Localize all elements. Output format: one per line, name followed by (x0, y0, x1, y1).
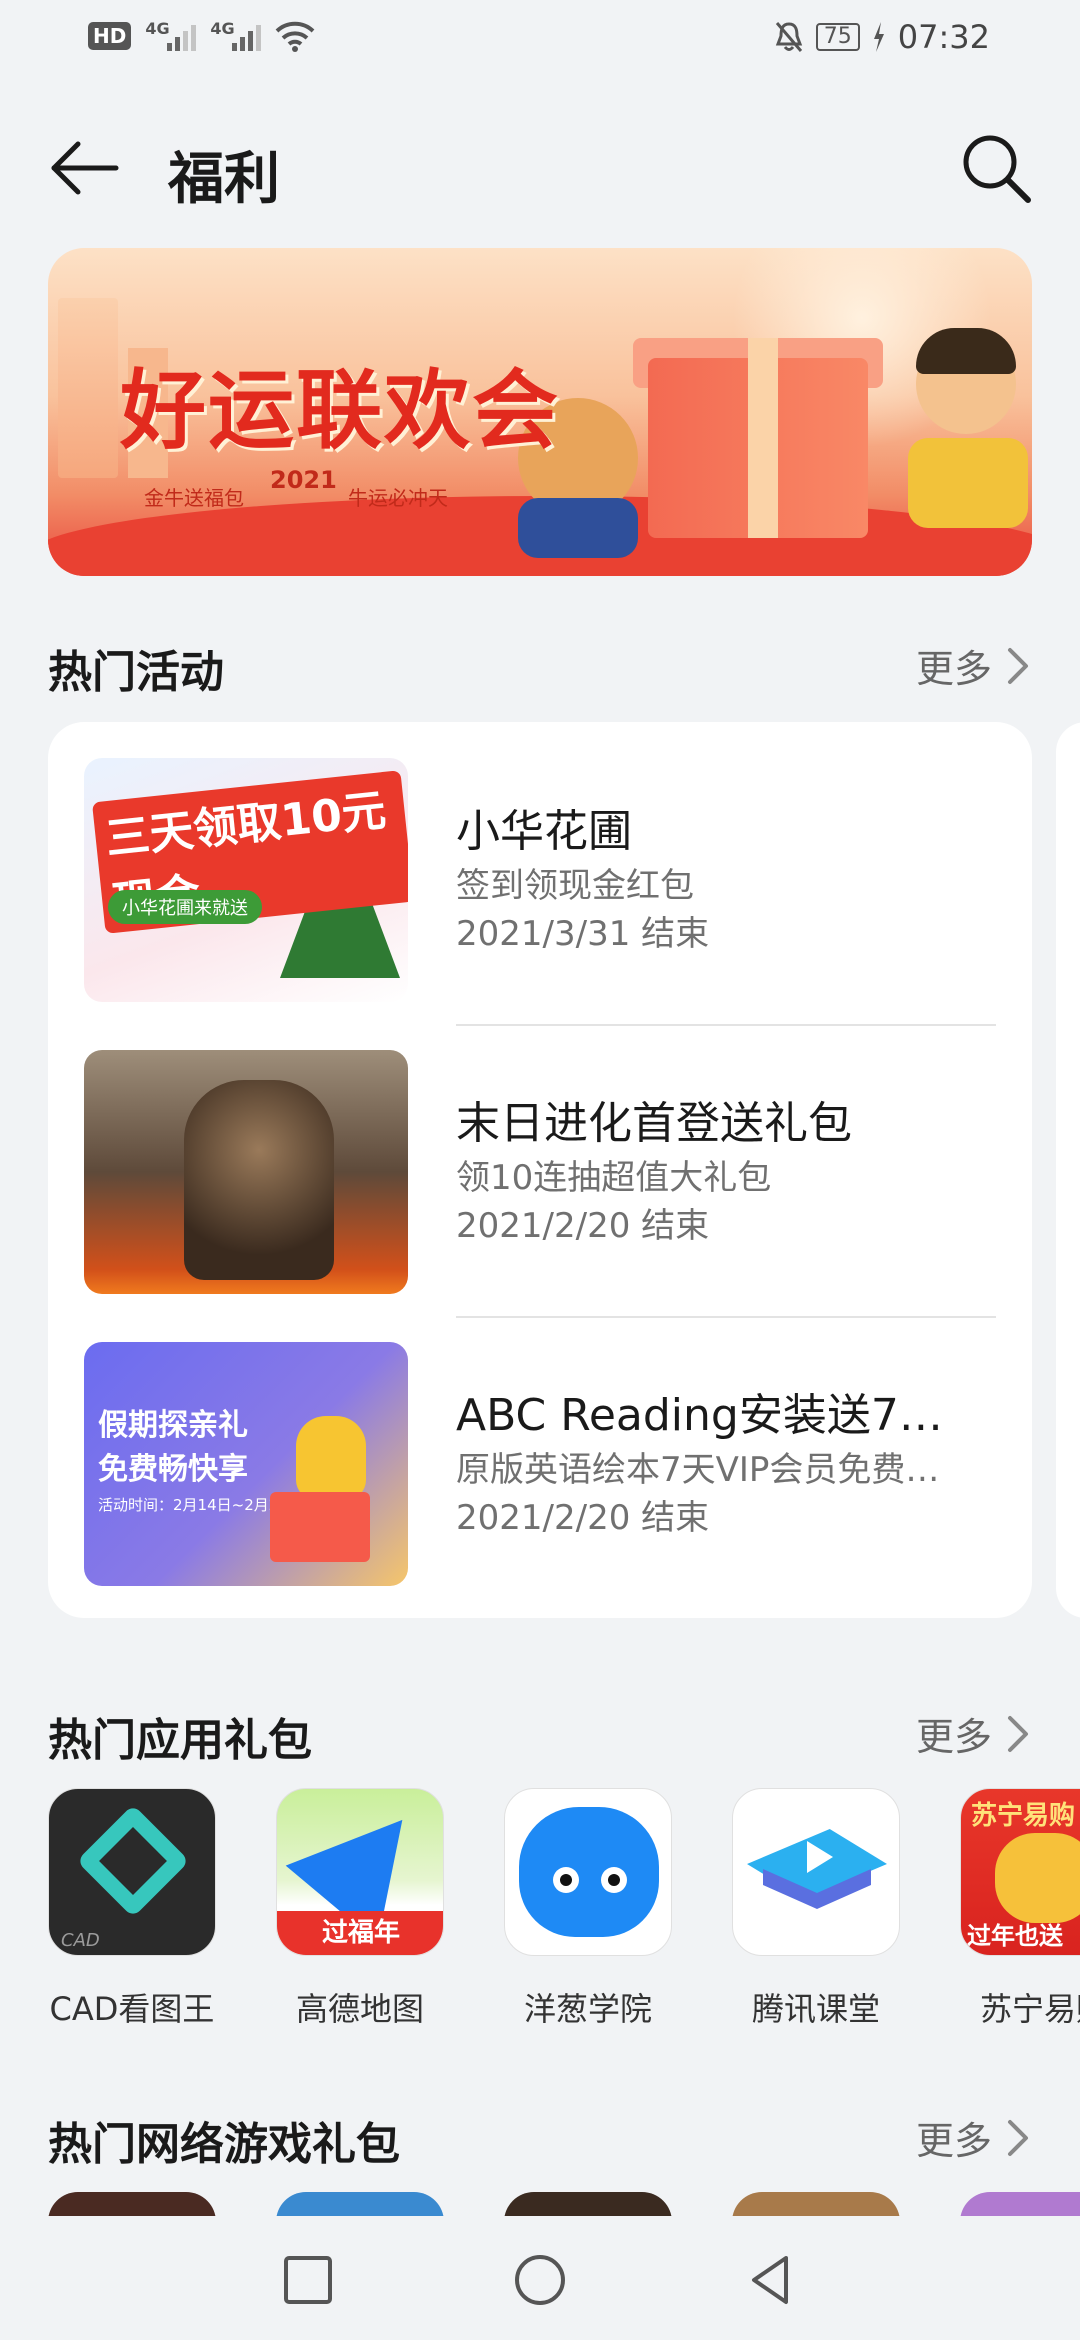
section-title: 热门应用礼包 (48, 1715, 312, 1766)
cad-app-icon: CAD (48, 1788, 216, 1956)
game-icon[interactable] (504, 2192, 672, 2216)
activity-title: 小华花圃 (456, 806, 632, 857)
app-bar: 福利 (0, 110, 1080, 220)
more-button[interactable]: 更多 (916, 2110, 1032, 2165)
home-icon[interactable] (508, 2248, 572, 2312)
activity-title: ABC Reading安装送7… (456, 1390, 943, 1441)
app-item[interactable]: 过福年 高德地图 (276, 1788, 476, 2028)
app-name: 高德地图 (295, 1990, 424, 2028)
section-hot-activities-header: 热门活动 更多 (48, 628, 1032, 698)
activity-thumbnail: 三天领取10元现金 小华花圃来就送 (84, 758, 408, 1002)
tencent-classroom-app-icon (732, 1788, 900, 1956)
promo-banner[interactable]: 好运联欢会 金牛送福包 2021 牛运必冲天 (48, 248, 1032, 576)
signal-icon-2: 4G (210, 19, 262, 51)
activity-thumbnail: 假期探亲礼 免费畅快享 活动时间：2月14日~2月20日 (84, 1342, 408, 1586)
section-title: 热门网络游戏礼包 (48, 2119, 400, 2170)
activity-date: 2021/2/20 结束 (456, 1498, 710, 1538)
section-title: 热门活动 (48, 647, 224, 698)
activity-date: 2021/2/20 结束 (456, 1206, 710, 1246)
activity-desc: 原版英语绘本7天VIP会员免费… (456, 1450, 940, 1490)
activity-card: 三天领取10元现金 小华花圃来就送 小华花圃 签到领现金红包 2021/3/31… (48, 722, 1032, 1618)
banner-title: 好运联欢会 (120, 361, 560, 461)
activity-item[interactable]: 末日进化首登送礼包 领10连抽超值大礼包 2021/2/20 结束 (84, 1050, 1044, 1294)
activity-desc: 签到领现金红包 (456, 866, 694, 906)
status-bar: HD 4G 4G 75 07:32 (0, 0, 1080, 80)
app-name: 腾讯课堂 (751, 1990, 880, 2028)
app-name: 苏宁易购 (979, 1990, 1080, 2028)
more-button[interactable]: 更多 (916, 638, 1032, 693)
chevron-right-icon (1008, 1715, 1028, 1752)
hd-indicator: HD (88, 22, 132, 50)
app-gift-row: CAD CAD看图王 过福年 高德地图 洋葱学院 腾讯课堂 苏宁易购 过年也送 (48, 1788, 1080, 2038)
signal-icon: 4G (145, 19, 197, 51)
game-gift-row (48, 2192, 1080, 2216)
banner-subtitle-right: 牛运必冲天 (348, 486, 448, 510)
arrow-left-icon[interactable] (44, 128, 124, 208)
clock: 07:32 (897, 18, 990, 56)
chevron-right-icon (1008, 2119, 1028, 2156)
game-icon[interactable] (732, 2192, 900, 2216)
status-left: HD 4G 4G (88, 19, 315, 52)
divider (456, 1024, 996, 1026)
status-right: 75 07:32 (774, 18, 990, 56)
more-button[interactable]: 更多 (916, 1706, 1032, 1761)
activity-item[interactable]: 三天领取10元现金 小华花圃来就送 小华花圃 签到领现金红包 2021/3/31… (84, 758, 1044, 1002)
app-name: CAD看图王 (49, 1990, 215, 2028)
wifi-icon (275, 21, 315, 52)
app-name: 洋葱学院 (523, 1990, 652, 2028)
next-card-peek (1056, 722, 1080, 1618)
game-icon[interactable] (960, 2192, 1080, 2216)
section-game-gifts-header: 热门网络游戏礼包 更多 (48, 2100, 1032, 2170)
system-nav-bar (0, 2218, 1080, 2340)
activity-item[interactable]: 假期探亲礼 免费畅快享 活动时间：2月14日~2月20日 ABC Reading… (84, 1342, 1044, 1586)
app-item[interactable]: 腾讯课堂 (732, 1788, 932, 2028)
search-icon[interactable] (956, 128, 1036, 208)
page-title: 福利 (168, 147, 280, 212)
app-item[interactable]: 苏宁易购 过年也送 苏宁易购 (960, 1788, 1080, 2028)
onion-academy-app-icon (504, 1788, 672, 1956)
divider (456, 1316, 996, 1318)
banner-year: 2021 (270, 466, 337, 494)
monster-image (184, 1080, 334, 1280)
activity-desc: 领10连抽超值大礼包 (456, 1158, 772, 1198)
game-icon[interactable] (48, 2192, 216, 2216)
book-icon (270, 1492, 370, 1562)
game-icon[interactable] (276, 2192, 444, 2216)
activity-thumbnail (84, 1050, 408, 1294)
chevron-right-icon (1008, 647, 1028, 684)
section-app-gifts-header: 热门应用礼包 更多 (48, 1696, 1032, 1766)
amap-app-icon: 过福年 (276, 1788, 444, 1956)
mute-bell-icon (775, 22, 802, 52)
battery-icon: 75 (815, 23, 860, 51)
activity-date: 2021/3/31 结束 (456, 914, 710, 954)
nav-back-icon[interactable] (740, 2248, 804, 2312)
play-icon (807, 1841, 833, 1873)
banner-subtitle-left: 金牛送福包 (144, 486, 244, 510)
activity-title: 末日进化首登送礼包 (456, 1098, 852, 1149)
chick-mascot (296, 1416, 366, 1500)
app-item[interactable]: 洋葱学院 (504, 1788, 704, 2028)
app-item[interactable]: CAD CAD看图王 (48, 1788, 248, 2028)
suning-app-icon: 苏宁易购 过年也送 (960, 1788, 1080, 1956)
charging-icon (873, 22, 884, 52)
recent-apps-icon[interactable] (276, 2248, 340, 2312)
